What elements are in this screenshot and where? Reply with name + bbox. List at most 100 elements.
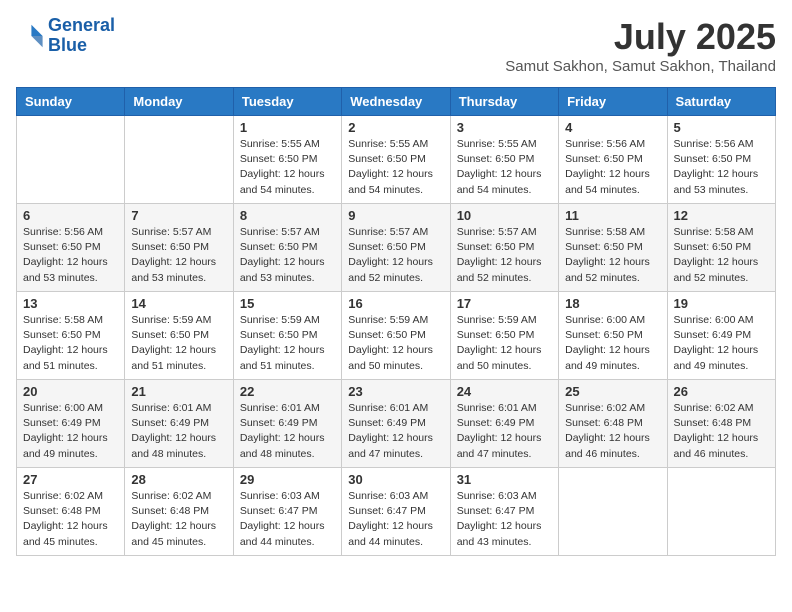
calendar-cell: 13 Sunrise: 5:58 AM Sunset: 6:50 PM Dayli… bbox=[17, 292, 125, 380]
title-block: July 2025 Samut Sakhon, Samut Sakhon, Th… bbox=[505, 16, 776, 75]
day-number: 9 bbox=[348, 208, 443, 223]
calendar-cell: 26Sunrise: 6:02 AM Sunset: 6:48 PM Dayli… bbox=[667, 380, 775, 468]
day-number: 24 bbox=[457, 384, 552, 399]
day-number: 7 bbox=[131, 208, 226, 223]
day-number: 10 bbox=[457, 208, 552, 223]
calendar-cell: 10 Sunrise: 5:57 AM Sunset: 6:50 PM Dayli… bbox=[450, 204, 558, 292]
calendar-cell: 2 Sunrise: 5:55 AM Sunset: 6:50 PM Daylig… bbox=[342, 116, 450, 204]
logo-line1: General bbox=[48, 15, 115, 35]
day-number: 29 bbox=[240, 472, 335, 487]
day-number: 13 bbox=[23, 296, 118, 311]
weekday-header-sunday: Sunday bbox=[17, 88, 125, 116]
day-detail: Sunrise: 5:55 AM Sunset: 6:50 PM Dayligh… bbox=[457, 137, 552, 198]
calendar-cell: 12 Sunrise: 5:58 AM Sunset: 6:50 PM Dayli… bbox=[667, 204, 775, 292]
week-row-2: 6 Sunrise: 5:56 AM Sunset: 6:50 PM Daylig… bbox=[17, 204, 776, 292]
day-detail: Sunrise: 6:02 AM Sunset: 6:48 PM Dayligh… bbox=[674, 401, 769, 462]
calendar-cell: 7 Sunrise: 5:57 AM Sunset: 6:50 PM Daylig… bbox=[125, 204, 233, 292]
calendar-cell bbox=[17, 116, 125, 204]
week-row-4: 20 Sunrise: 6:00 AM Sunset: 6:49 PM Dayli… bbox=[17, 380, 776, 468]
weekday-header-saturday: Saturday bbox=[667, 88, 775, 116]
day-number: 16 bbox=[348, 296, 443, 311]
day-detail: Sunrise: 6:00 AM Sunset: 6:49 PM Dayligh… bbox=[674, 313, 769, 374]
calendar-cell: 6 Sunrise: 5:56 AM Sunset: 6:50 PM Daylig… bbox=[17, 204, 125, 292]
calendar-cell: 20 Sunrise: 6:00 AM Sunset: 6:49 PM Dayli… bbox=[17, 380, 125, 468]
calendar-cell: 30 Sunrise: 6:03 AM Sunset: 6:47 PM Dayli… bbox=[342, 468, 450, 556]
day-number: 27 bbox=[23, 472, 118, 487]
day-number: 12 bbox=[674, 208, 769, 223]
day-number: 22 bbox=[240, 384, 335, 399]
weekday-header-monday: Monday bbox=[125, 88, 233, 116]
day-detail: Sunrise: 5:55 AM Sunset: 6:50 PM Dayligh… bbox=[348, 137, 443, 198]
calendar-cell: 3 Sunrise: 5:55 AM Sunset: 6:50 PM Daylig… bbox=[450, 116, 558, 204]
day-detail: Sunrise: 5:56 AM Sunset: 6:50 PM Dayligh… bbox=[674, 137, 769, 198]
weekday-header-friday: Friday bbox=[559, 88, 667, 116]
logo-line2: Blue bbox=[48, 35, 87, 55]
day-detail: Sunrise: 5:57 AM Sunset: 6:50 PM Dayligh… bbox=[457, 225, 552, 286]
day-number: 2 bbox=[348, 120, 443, 135]
calendar-cell: 22 Sunrise: 6:01 AM Sunset: 6:49 PM Dayli… bbox=[233, 380, 341, 468]
calendar-cell: 28Sunrise: 6:02 AM Sunset: 6:48 PM Dayli… bbox=[125, 468, 233, 556]
day-detail: Sunrise: 5:55 AM Sunset: 6:50 PM Dayligh… bbox=[240, 137, 335, 198]
day-number: 8 bbox=[240, 208, 335, 223]
day-number: 18 bbox=[565, 296, 660, 311]
calendar-cell: 24 Sunrise: 6:01 AM Sunset: 6:49 PM Dayli… bbox=[450, 380, 558, 468]
day-number: 21 bbox=[131, 384, 226, 399]
day-detail: Sunrise: 6:00 AM Sunset: 6:50 PM Dayligh… bbox=[565, 313, 660, 374]
weekday-header-wednesday: Wednesday bbox=[342, 88, 450, 116]
calendar-cell: 25Sunrise: 6:02 AM Sunset: 6:48 PM Dayli… bbox=[559, 380, 667, 468]
calendar-cell: 17Sunrise: 5:59 AM Sunset: 6:50 PM Dayli… bbox=[450, 292, 558, 380]
day-number: 20 bbox=[23, 384, 118, 399]
calendar-cell: 18 Sunrise: 6:00 AM Sunset: 6:50 PM Dayli… bbox=[559, 292, 667, 380]
calendar-cell: 23 Sunrise: 6:01 AM Sunset: 6:49 PM Dayli… bbox=[342, 380, 450, 468]
calendar-cell: 15Sunrise: 5:59 AM Sunset: 6:50 PM Dayli… bbox=[233, 292, 341, 380]
calendar-cell: 5 Sunrise: 5:56 AM Sunset: 6:50 PM Daylig… bbox=[667, 116, 775, 204]
day-number: 28 bbox=[131, 472, 226, 487]
calendar-cell: 1Sunrise: 5:55 AM Sunset: 6:50 PM Daylig… bbox=[233, 116, 341, 204]
calendar-cell: 19 Sunrise: 6:00 AM Sunset: 6:49 PM Dayli… bbox=[667, 292, 775, 380]
day-number: 19 bbox=[674, 296, 769, 311]
day-detail: Sunrise: 6:02 AM Sunset: 6:48 PM Dayligh… bbox=[23, 489, 118, 550]
day-detail: Sunrise: 6:01 AM Sunset: 6:49 PM Dayligh… bbox=[457, 401, 552, 462]
day-number: 14 bbox=[131, 296, 226, 311]
page-header: General Blue July 2025 Samut Sakhon, Sam… bbox=[16, 16, 776, 75]
day-detail: Sunrise: 5:57 AM Sunset: 6:50 PM Dayligh… bbox=[131, 225, 226, 286]
day-detail: Sunrise: 5:56 AM Sunset: 6:50 PM Dayligh… bbox=[23, 225, 118, 286]
day-detail: Sunrise: 5:58 AM Sunset: 6:50 PM Dayligh… bbox=[23, 313, 118, 374]
logo: General Blue bbox=[16, 16, 115, 56]
day-detail: Sunrise: 5:58 AM Sunset: 6:50 PM Dayligh… bbox=[565, 225, 660, 286]
day-detail: Sunrise: 6:03 AM Sunset: 6:47 PM Dayligh… bbox=[348, 489, 443, 550]
day-number: 6 bbox=[23, 208, 118, 223]
day-number: 30 bbox=[348, 472, 443, 487]
day-detail: Sunrise: 5:56 AM Sunset: 6:50 PM Dayligh… bbox=[565, 137, 660, 198]
calendar-cell: 14 Sunrise: 5:59 AM Sunset: 6:50 PM Dayli… bbox=[125, 292, 233, 380]
calendar-cell: 21 Sunrise: 6:01 AM Sunset: 6:49 PM Dayli… bbox=[125, 380, 233, 468]
day-detail: Sunrise: 6:01 AM Sunset: 6:49 PM Dayligh… bbox=[240, 401, 335, 462]
day-number: 25 bbox=[565, 384, 660, 399]
day-number: 5 bbox=[674, 120, 769, 135]
logo-text: General Blue bbox=[48, 16, 115, 56]
week-row-5: 27 Sunrise: 6:02 AM Sunset: 6:48 PM Dayli… bbox=[17, 468, 776, 556]
calendar-cell: 27 Sunrise: 6:02 AM Sunset: 6:48 PM Dayli… bbox=[17, 468, 125, 556]
week-row-1: 1Sunrise: 5:55 AM Sunset: 6:50 PM Daylig… bbox=[17, 116, 776, 204]
day-detail: Sunrise: 6:03 AM Sunset: 6:47 PM Dayligh… bbox=[240, 489, 335, 550]
day-number: 17 bbox=[457, 296, 552, 311]
day-detail: Sunrise: 6:00 AM Sunset: 6:49 PM Dayligh… bbox=[23, 401, 118, 462]
day-detail: Sunrise: 5:58 AM Sunset: 6:50 PM Dayligh… bbox=[674, 225, 769, 286]
calendar-cell: 4 Sunrise: 5:56 AM Sunset: 6:50 PM Daylig… bbox=[559, 116, 667, 204]
calendar-cell bbox=[125, 116, 233, 204]
logo-icon bbox=[16, 22, 44, 50]
day-detail: Sunrise: 6:01 AM Sunset: 6:49 PM Dayligh… bbox=[348, 401, 443, 462]
calendar-cell bbox=[667, 468, 775, 556]
day-detail: Sunrise: 5:59 AM Sunset: 6:50 PM Dayligh… bbox=[131, 313, 226, 374]
day-number: 3 bbox=[457, 120, 552, 135]
location-subtitle: Samut Sakhon, Samut Sakhon, Thailand bbox=[505, 58, 776, 75]
calendar-cell: 16Sunrise: 5:59 AM Sunset: 6:50 PM Dayli… bbox=[342, 292, 450, 380]
day-number: 15 bbox=[240, 296, 335, 311]
day-detail: Sunrise: 6:03 AM Sunset: 6:47 PM Dayligh… bbox=[457, 489, 552, 550]
day-number: 23 bbox=[348, 384, 443, 399]
calendar-cell: 31 Sunrise: 6:03 AM Sunset: 6:47 PM Dayli… bbox=[450, 468, 558, 556]
day-detail: Sunrise: 6:01 AM Sunset: 6:49 PM Dayligh… bbox=[131, 401, 226, 462]
day-number: 31 bbox=[457, 472, 552, 487]
calendar-table: SundayMondayTuesdayWednesdayThursdayFrid… bbox=[16, 87, 776, 556]
day-number: 4 bbox=[565, 120, 660, 135]
